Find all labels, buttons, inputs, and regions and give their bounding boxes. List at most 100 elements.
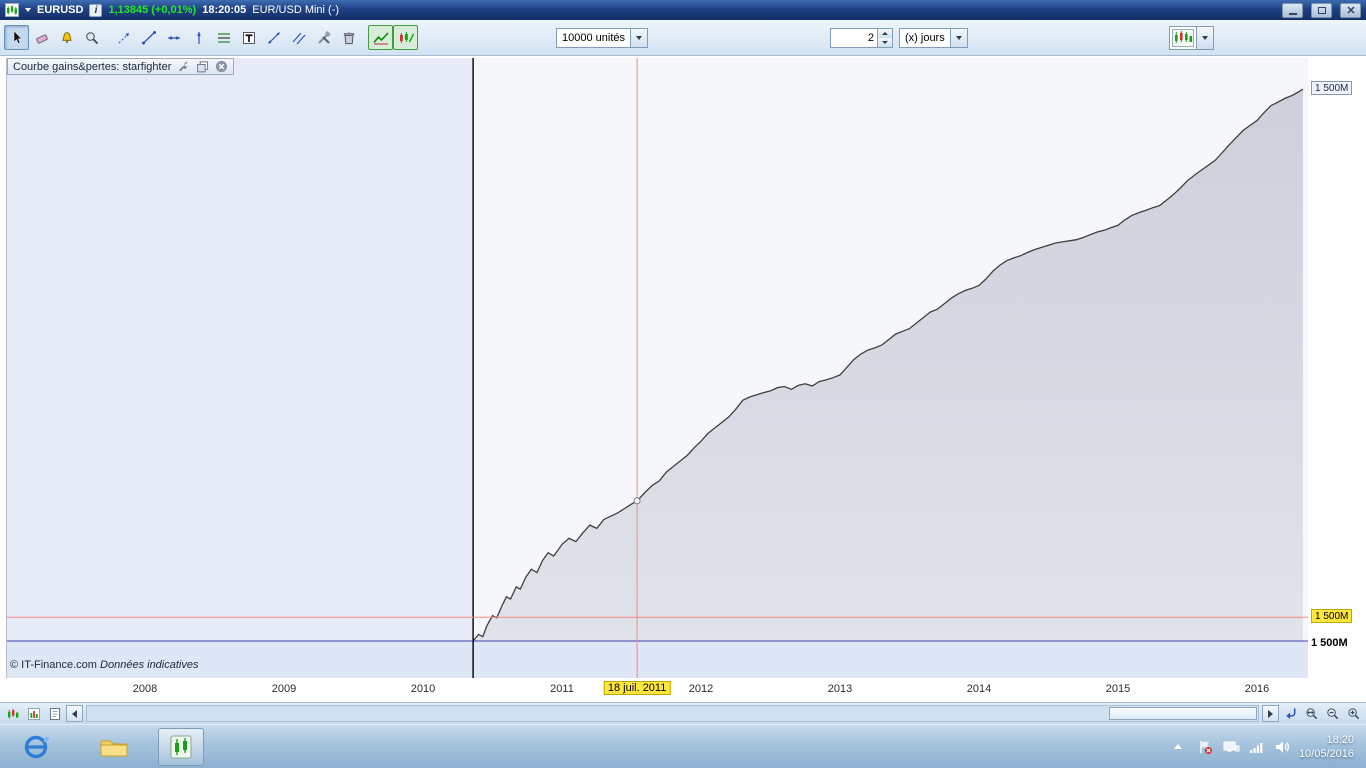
scrollbar-thumb[interactable] bbox=[1109, 707, 1257, 720]
hidden-icons-button[interactable] bbox=[1173, 744, 1182, 749]
arrow-right-icon bbox=[1268, 709, 1273, 718]
double-arrow-icon bbox=[267, 31, 280, 44]
pointer-tool-button[interactable] bbox=[4, 25, 29, 50]
scroll-right-button[interactable] bbox=[1262, 705, 1279, 722]
drawing-tools-button[interactable] bbox=[311, 25, 336, 50]
current-value-axis-label: 1 500M bbox=[1311, 81, 1353, 95]
zoom-out-button[interactable] bbox=[1323, 705, 1342, 723]
pre-data-region bbox=[7, 58, 474, 678]
chart-style-select[interactable] bbox=[1169, 25, 1214, 50]
crosshair-point-marker bbox=[633, 497, 641, 505]
chart-style-preview-icon bbox=[1170, 27, 1196, 49]
jump-to-end-button[interactable] bbox=[1281, 705, 1300, 723]
symbol-dropdown-caret-icon[interactable] bbox=[25, 8, 31, 12]
pattern-mode-button[interactable] bbox=[393, 25, 418, 50]
close-icon bbox=[215, 60, 227, 73]
candlestick-view-button[interactable] bbox=[3, 705, 22, 723]
crosshair-value-axis-label: 1 500M bbox=[1311, 609, 1353, 623]
parallel-lines-tool-button[interactable] bbox=[286, 25, 311, 50]
scrollbar-track[interactable] bbox=[86, 705, 1259, 722]
app-icon bbox=[5, 3, 19, 17]
network-icon[interactable] bbox=[1222, 739, 1240, 755]
internet-explorer-icon bbox=[24, 735, 49, 758]
timeframe-select-arrow-button[interactable] bbox=[949, 28, 967, 47]
signal-bars-icon[interactable] bbox=[1249, 739, 1265, 755]
timeframe-select[interactable]: (x) jours bbox=[899, 27, 968, 48]
folder-icon bbox=[100, 740, 128, 756]
alarm-tool-button[interactable] bbox=[54, 25, 79, 50]
arrow-draw-tool-button[interactable] bbox=[111, 25, 136, 50]
line-chart-mode-button[interactable] bbox=[368, 25, 393, 50]
zoom-fit-icon bbox=[1306, 708, 1318, 720]
panel-close-button[interactable] bbox=[214, 60, 228, 74]
x-axis-year-label: 2013 bbox=[827, 683, 853, 695]
minimize-button[interactable] bbox=[1282, 2, 1303, 18]
arrow-left-icon bbox=[72, 709, 77, 718]
x-axis-year-label: 2009 bbox=[271, 683, 297, 695]
eraser-tool-button[interactable] bbox=[29, 25, 54, 50]
segment-tool-button[interactable] bbox=[136, 25, 161, 50]
zoom-fit-button[interactable] bbox=[1302, 705, 1321, 723]
text-tool-icon bbox=[242, 31, 255, 44]
spinner-down-button[interactable] bbox=[878, 37, 892, 47]
parallel-lines-icon bbox=[292, 32, 305, 44]
chart-scroll-row bbox=[0, 702, 1366, 724]
panel-duplicate-button[interactable] bbox=[195, 60, 209, 74]
zoom-in-icon bbox=[1348, 708, 1360, 720]
magnifier-icon bbox=[85, 31, 98, 44]
action-center-flag-icon[interactable] bbox=[1197, 739, 1213, 755]
horizontal-line-icon bbox=[167, 36, 180, 39]
scroll-left-button[interactable] bbox=[66, 705, 83, 722]
horizontal-line-tool-button[interactable] bbox=[161, 25, 186, 50]
x-axis-year-label: 2015 bbox=[1105, 683, 1131, 695]
mini-chart-icon bbox=[27, 707, 40, 720]
x-axis-year-label: 2011 bbox=[550, 683, 574, 695]
info-button[interactable]: i bbox=[89, 3, 103, 17]
panel-settings-button[interactable] bbox=[176, 60, 190, 74]
symbol-label[interactable]: EURUSD bbox=[37, 4, 83, 16]
trash-tool-button[interactable] bbox=[336, 25, 361, 50]
taskbar-explorer-button[interactable] bbox=[86, 728, 142, 766]
time-label: 18:20:05 bbox=[202, 4, 247, 16]
chevron-down-icon bbox=[1202, 35, 1208, 40]
tray-time-label: 18:20 bbox=[1326, 733, 1354, 746]
indicator-panel-title: Courbe gains&pertes: starfighter bbox=[13, 60, 172, 73]
duplicate-icon bbox=[197, 61, 208, 73]
chart-panel[interactable]: Courbe gains&pertes: starfighter 1 500M … bbox=[0, 56, 1366, 702]
x-axis-year-label: 2016 bbox=[1244, 683, 1270, 695]
units-select-value: 10000 unités bbox=[562, 31, 625, 44]
tray-clock[interactable]: 18:20 10/05/2016 bbox=[1299, 733, 1354, 761]
x-axis-year-label: 2014 bbox=[966, 683, 992, 695]
note-page-icon bbox=[49, 707, 60, 720]
units-select[interactable]: 10000 unités bbox=[556, 27, 648, 48]
chart-toolbar: 10000 unités 2 (x) jours bbox=[0, 20, 1366, 56]
copyright-label: © IT-Finance.com Données indicatives bbox=[10, 659, 198, 671]
zoom-out-icon bbox=[1327, 708, 1339, 720]
zoom-tool-button[interactable] bbox=[79, 25, 104, 50]
period-count-value[interactable]: 2 bbox=[831, 29, 877, 47]
extended-line-tool-button[interactable] bbox=[261, 25, 286, 50]
chart-view-button[interactable] bbox=[24, 705, 43, 723]
close-button[interactable] bbox=[1340, 2, 1361, 18]
x-axis-year-label: 2008 bbox=[132, 683, 158, 695]
taskbar-trading-app-button[interactable] bbox=[158, 727, 204, 766]
notes-button[interactable] bbox=[45, 705, 64, 723]
vertical-line-tool-button[interactable] bbox=[186, 25, 211, 50]
trash-icon bbox=[343, 31, 354, 44]
wrench-icon bbox=[179, 61, 190, 72]
indicator-panel-tab[interactable]: Courbe gains&pertes: starfighter bbox=[7, 58, 235, 75]
volume-icon[interactable] bbox=[1274, 739, 1290, 755]
fibonacci-tool-button[interactable] bbox=[211, 25, 236, 50]
titlebar[interactable]: EURUSD i 1,13845 (+0,01%) 18:20:05 EUR/U… bbox=[0, 0, 1366, 20]
chart-style-arrow-button[interactable] bbox=[1196, 26, 1213, 49]
period-count-spinner[interactable]: 2 bbox=[830, 27, 893, 48]
candlestick-logo-icon bbox=[7, 5, 17, 15]
equity-curve-chart[interactable] bbox=[7, 58, 1308, 678]
zoom-in-button[interactable] bbox=[1344, 705, 1363, 723]
units-select-arrow-button[interactable] bbox=[630, 28, 647, 47]
spinner-up-button[interactable] bbox=[878, 28, 892, 38]
text-tool-button[interactable] bbox=[236, 25, 261, 50]
maximize-button[interactable] bbox=[1311, 2, 1332, 18]
taskbar-ie-button[interactable] bbox=[8, 728, 64, 766]
x-axis-year-label: 2012 bbox=[688, 683, 714, 695]
